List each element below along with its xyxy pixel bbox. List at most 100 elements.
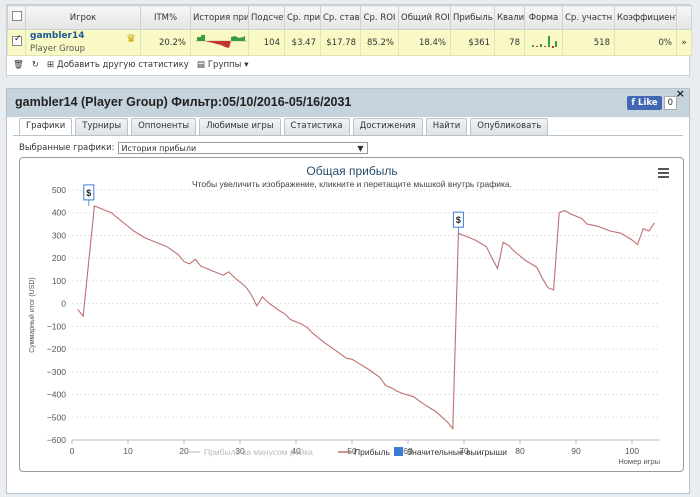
panel-header: gambler14 (Player Group) Фильтр:05/10/20…	[7, 87, 689, 117]
tab-statistics[interactable]: Статистика	[283, 118, 350, 135]
column-header-avg-profit[interactable]: Ср. приб	[284, 5, 321, 30]
facebook-like-button[interactable]: f Like	[627, 96, 662, 110]
player-name-link[interactable]: gambler14	[30, 31, 136, 41]
stats-header-row: Игрок ITM% История приб Подсчет Ср. приб…	[7, 5, 692, 30]
tab-charts[interactable]: Графики	[19, 118, 73, 135]
stats-toolbar: 🗑 ↻ ⊞ Добавить другую статистику ▤ Групп…	[7, 56, 689, 74]
x-tick-label: 10	[123, 446, 133, 456]
legend-profit-label: Прибыль	[354, 447, 391, 457]
tab-bar: Графики Турниры Оппоненты Любимые игры С…	[19, 118, 549, 135]
column-header-coefficient[interactable]: Коэффициент	[614, 5, 677, 30]
add-stats-button[interactable]: ⊞ Добавить другую статистику	[47, 60, 189, 70]
legend-big-wins-label: Значительные выигрыши	[407, 447, 507, 457]
column-header-avg-entrants[interactable]: Ср. участн	[562, 5, 615, 30]
column-header-quali[interactable]: Квали	[494, 5, 525, 30]
quali-value: 78	[494, 29, 525, 56]
avg-profit-value: $3.47	[284, 29, 321, 56]
chart-menu-icon[interactable]	[658, 168, 669, 178]
tab-favorite-games[interactable]: Любимые игры	[199, 118, 281, 135]
chart-select[interactable]: История прибыли ▼	[117, 142, 368, 154]
x-tick-label: 20	[179, 446, 189, 456]
column-header-avg-stake[interactable]: Ср. ставк	[320, 5, 361, 30]
x-tick-label: 100	[625, 446, 639, 456]
y-tick-label: −600	[47, 435, 66, 445]
y-tick-label: 200	[52, 253, 66, 263]
tab-achievements[interactable]: Достижения	[352, 118, 423, 135]
column-header-profit[interactable]: Прибыль	[450, 5, 495, 30]
y-tick-label: −300	[47, 367, 66, 377]
y-tick-label: −200	[47, 344, 66, 354]
column-header-total-roi[interactable]: Общий ROI	[398, 5, 451, 30]
y-tick-label: 300	[52, 230, 66, 240]
x-tick-label: 90	[571, 446, 581, 456]
facebook-like-widget[interactable]: f Like 0	[627, 96, 677, 110]
tab-publish[interactable]: Опубликовать	[470, 118, 549, 135]
profit-series-line	[77, 205, 655, 431]
y-tick-label: −500	[47, 412, 66, 422]
column-header-avg-roi[interactable]: Ср. ROI	[360, 5, 399, 30]
select-all-column[interactable]	[7, 5, 26, 30]
player-group: Player Group	[30, 44, 86, 54]
column-header-itm[interactable]: ITM%	[140, 5, 191, 30]
y-tick-label: 500	[52, 185, 66, 195]
tab-opponents[interactable]: Оппоненты	[131, 118, 197, 135]
legend-big-wins-swatch	[394, 447, 403, 456]
column-header-form[interactable]: Форма	[524, 5, 563, 30]
profit-history-sparkline	[190, 29, 249, 56]
player-detail-panel: gambler14 (Player Group) Фильтр:05/10/20…	[6, 87, 690, 494]
chart-title: Общая прибыль	[306, 164, 397, 178]
stats-table: Игрок ITM% История приб Подсчет Ср. приб…	[7, 5, 692, 56]
avg-stake-value: $17.78	[320, 29, 361, 56]
tab-tournaments[interactable]: Турниры	[75, 118, 129, 135]
itm-value: 20.2%	[140, 29, 191, 56]
avg-entrants-value: 518	[562, 29, 615, 56]
y-tick-label: 400	[52, 208, 66, 218]
y-tick-label: −100	[47, 321, 66, 331]
row-checkbox[interactable]	[12, 34, 22, 46]
chevron-down-icon: ▾	[244, 60, 249, 70]
trash-icon[interactable]: 🗑	[13, 60, 24, 70]
tab-find[interactable]: Найти	[425, 118, 468, 135]
refresh-icon[interactable]: ↻	[32, 60, 39, 70]
facebook-like-label: Like	[638, 98, 658, 108]
chart-selector-row: Выбранные графики: История прибыли ▼	[19, 142, 368, 154]
big-win-flag-label: $	[86, 188, 91, 198]
chart-select-label: Выбранные графики:	[19, 143, 115, 153]
select-all-checkbox[interactable]	[11, 11, 22, 21]
chart-select-value: История прибыли	[121, 143, 197, 153]
table-row[interactable]: gambler14 Player Group ♛ 20.2% 104 $3.47…	[7, 29, 692, 56]
x-axis-label: Номер игры	[618, 457, 660, 466]
chart-subtitle: Чтобы увеличить изображение, кликните и …	[192, 179, 512, 189]
y-axis-label: Суммарный итог (USD)	[28, 277, 36, 353]
expand-row-button[interactable]: »	[676, 29, 692, 56]
legend-net-rake-label: Прибыль за минусом рейка	[204, 447, 313, 457]
big-win-flag-label: $	[456, 215, 461, 225]
total-roi-value: 18.4%	[398, 29, 451, 56]
chart-container[interactable]: Общая прибыль Чтобы увеличить изображение…	[19, 157, 684, 472]
column-header-count[interactable]: Подсчет	[248, 5, 285, 30]
crown-icon: ♛	[126, 32, 136, 45]
chevron-down-icon: ▼	[357, 143, 364, 153]
form-bars-icon	[532, 36, 557, 48]
column-header-profit-history[interactable]: История приб	[190, 5, 249, 30]
tab-divider	[13, 135, 683, 136]
sparkline-icon	[195, 35, 247, 48]
column-header-expand	[676, 5, 692, 30]
groups-icon: ▤	[196, 60, 205, 70]
profit-chart[interactable]: Общая прибыльЧтобы увеличить изображение…	[20, 158, 685, 473]
coefficient-value: 0%	[614, 29, 677, 56]
close-icon[interactable]: ×	[676, 87, 685, 100]
groups-label: Группы	[207, 60, 242, 70]
count-value: 104	[248, 29, 285, 56]
groups-button[interactable]: ▤ Группы ▾	[197, 60, 249, 70]
column-header-player[interactable]: Игрок	[25, 5, 141, 30]
page-title: gambler14 (Player Group) Фильтр:05/10/20…	[15, 95, 352, 109]
y-tick-label: 0	[61, 299, 66, 309]
form-sparkline	[524, 29, 563, 56]
add-columns-icon: ⊞	[46, 60, 55, 70]
add-stats-label: Добавить другую статистику	[57, 60, 189, 70]
x-tick-label: 80	[515, 446, 525, 456]
avg-roi-value: 85.2%	[360, 29, 399, 56]
y-tick-label: 100	[52, 276, 66, 286]
y-tick-label: −400	[47, 390, 66, 400]
